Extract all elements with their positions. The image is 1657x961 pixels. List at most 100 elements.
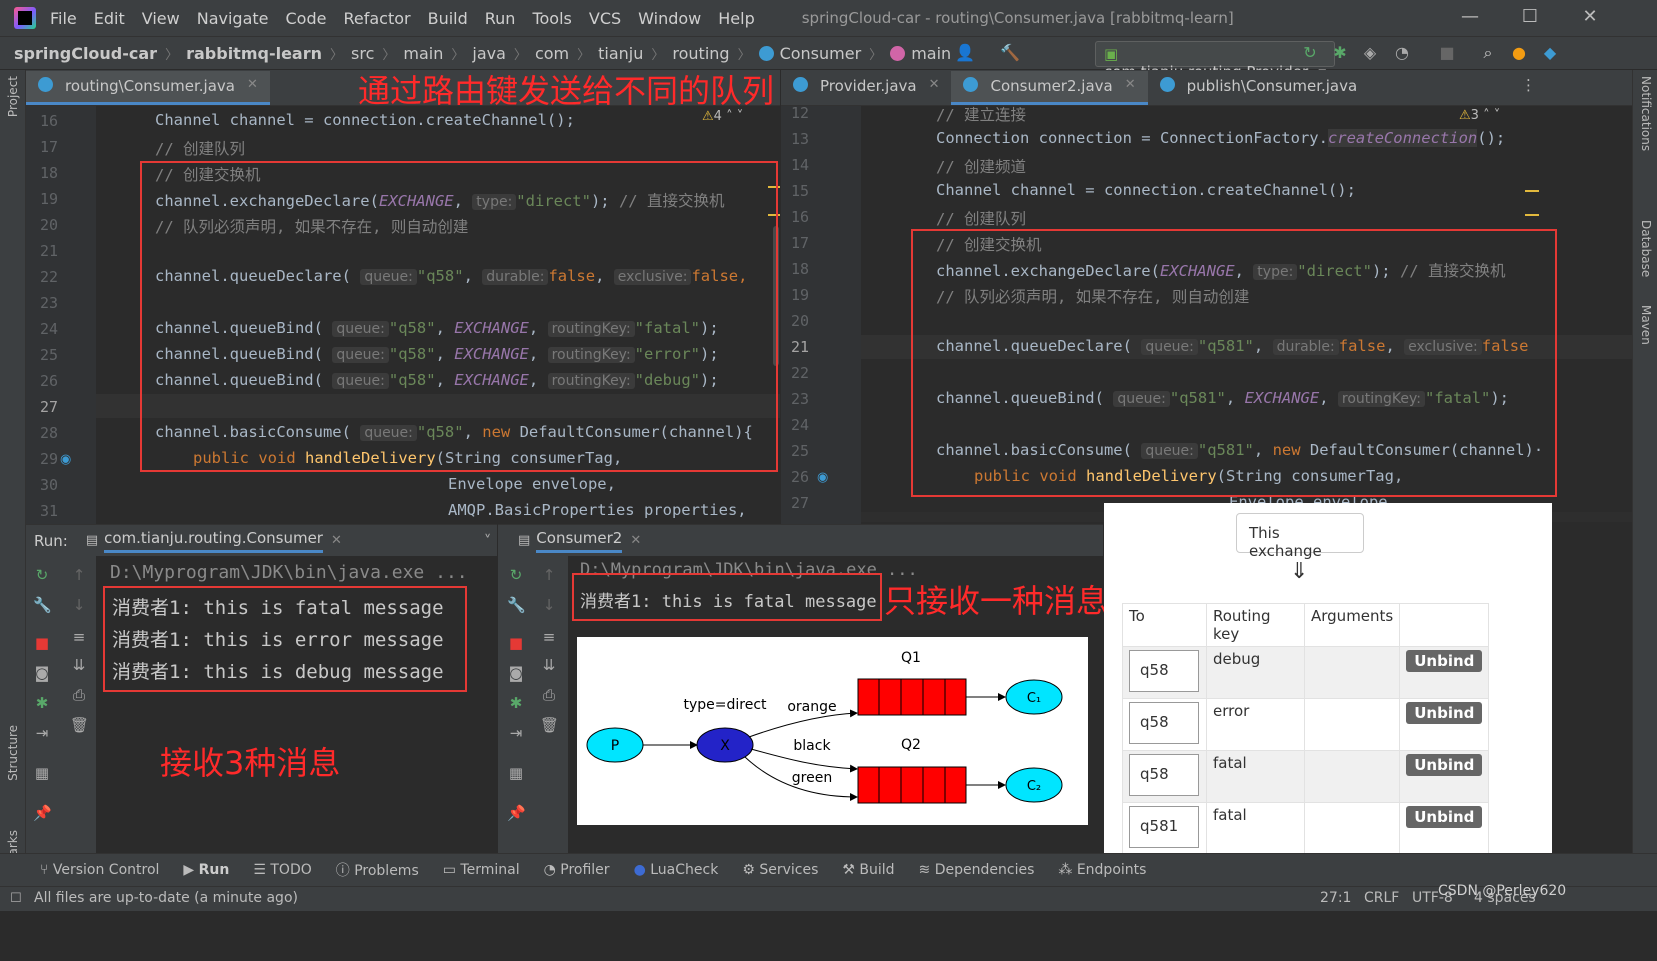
arrow-down-icon[interactable]: ↓ [70, 596, 88, 614]
layout-icon[interactable]: ▦ [507, 764, 525, 782]
override-marker-icon[interactable]: ◉ [817, 470, 828, 485]
unbind-button[interactable]: Unbind [1406, 650, 1483, 672]
unbind-button[interactable]: Unbind [1406, 806, 1483, 828]
print-icon[interactable]: ⎙ [540, 686, 558, 704]
close-tab-icon[interactable]: ✕ [630, 533, 641, 548]
exit-icon[interactable]: ⇥ [33, 724, 51, 742]
tab-publish-consumer[interactable]: publish\Consumer.java [1148, 71, 1370, 105]
queue-link[interactable]: q581 [1129, 806, 1199, 848]
menu-help[interactable]: Help [718, 9, 754, 28]
structure-tool-label[interactable]: Structure [6, 725, 20, 781]
tool-profiler[interactable]: ◔ Profiler [544, 862, 610, 878]
rerun-icon[interactable]: ↻ [1300, 43, 1320, 63]
tab-provider[interactable]: Provider.java ✕ [781, 71, 951, 105]
tool-terminal[interactable]: ▭ Terminal [443, 862, 520, 878]
close-tab-icon[interactable]: ✕ [247, 77, 258, 92]
menu-navigate[interactable]: Navigate [197, 9, 269, 28]
wrench-icon[interactable]: 🔧 [507, 596, 526, 614]
maximize-icon[interactable]: ☐ [1510, 6, 1550, 27]
crumb-routing[interactable]: routing [672, 44, 729, 63]
menu-window[interactable]: Window [638, 9, 701, 28]
pin-icon[interactable]: 📌 [507, 804, 526, 822]
close-tab-icon[interactable]: ✕ [1125, 77, 1136, 92]
more-tabs-icon[interactable]: ⋮ [1521, 76, 1536, 94]
soft-wrap-icon[interactable]: ≡ [70, 628, 88, 646]
debug-bug-icon[interactable]: ✱ [507, 694, 525, 712]
menu-edit[interactable]: Edit [94, 9, 125, 28]
exit-icon[interactable]: ⇥ [507, 724, 525, 742]
crumb-com[interactable]: com [535, 44, 569, 63]
queue-link[interactable]: q58 [1129, 754, 1199, 796]
crumb-main[interactable]: main [403, 44, 443, 63]
queue-link[interactable]: q58 [1129, 650, 1199, 692]
search-icon[interactable]: ⌕ [1478, 43, 1498, 63]
tab-run-consumer2[interactable]: Consumer2 [536, 529, 623, 553]
run-config-select[interactable]: ▣ com.tianju.routing.Provider▾ [1095, 41, 1335, 81]
tab-consumer2[interactable]: Consumer2.java ✕ [951, 71, 1148, 105]
tool-endpoints[interactable]: ⁂ Endpoints [1058, 862, 1146, 878]
tool-version-control[interactable]: ⑂ Version Control [40, 862, 159, 878]
menu-file[interactable]: File [50, 9, 77, 28]
scroll-end-icon[interactable]: ⇊ [540, 656, 558, 674]
tool-dependencies[interactable]: ≋ Dependencies [919, 862, 1035, 878]
crumb-java[interactable]: java [472, 44, 506, 63]
maven-tool-label[interactable]: Maven [1639, 305, 1653, 345]
tab-run-consumer[interactable]: com.tianju.routing.Consumer [104, 529, 323, 553]
wrench-icon[interactable]: 🔧 [33, 596, 52, 614]
pin-icon[interactable]: 📌 [33, 804, 52, 822]
rerun-icon[interactable]: ↻ [507, 566, 525, 584]
arrow-up-icon[interactable]: ↑ [540, 566, 558, 584]
crumb-method[interactable]: main [911, 44, 951, 63]
tool-todo[interactable]: ☰ TODO [253, 862, 311, 878]
notifications-tool-label[interactable]: Notifications [1639, 76, 1653, 151]
tab-routing-consumer[interactable]: routing\Consumer.java ✕ [26, 71, 270, 105]
scroll-end-icon[interactable]: ⇊ [70, 656, 88, 674]
layout-icon[interactable]: ▦ [33, 764, 51, 782]
stop-icon[interactable]: ■ [507, 634, 525, 652]
crumb-project[interactable]: springCloud-car [14, 44, 157, 63]
close-window-icon[interactable]: ✕ [1570, 6, 1610, 27]
tool-run[interactable]: ▶ Run [183, 862, 229, 878]
hammer-build-icon[interactable]: 🔨 [1000, 43, 1020, 63]
unbind-button[interactable]: Unbind [1406, 754, 1483, 776]
warning-count[interactable]: ⚠3 ˄ ˅ [1459, 108, 1500, 123]
crumb-module[interactable]: rabbitmq-learn [186, 44, 322, 63]
stop-icon[interactable]: ■ [1437, 43, 1457, 63]
close-tab-icon[interactable]: ✕ [929, 77, 940, 92]
crumb-tianju[interactable]: tianju [598, 44, 643, 63]
menu-vcs[interactable]: VCS [589, 9, 621, 28]
unbind-button[interactable]: Unbind [1406, 702, 1483, 724]
print-icon[interactable]: ⎙ [70, 686, 88, 704]
arrow-down-icon[interactable]: ↓ [540, 596, 558, 614]
override-marker-icon[interactable]: ◉ [60, 452, 71, 467]
menu-build[interactable]: Build [428, 9, 468, 28]
soft-wrap-icon[interactable]: ≡ [540, 628, 558, 646]
arrow-up-icon[interactable]: ↑ [70, 566, 88, 584]
tool-services[interactable]: ⚙ Services [742, 862, 818, 878]
chevron-down-icon[interactable]: ˅ [484, 532, 492, 550]
profile-icon[interactable]: ◔ [1392, 43, 1412, 63]
user-icon[interactable]: 👤 [955, 43, 975, 63]
trash-icon[interactable]: 🗑 [70, 716, 89, 734]
minimize-icon[interactable]: — [1450, 6, 1490, 27]
tool-luacheck[interactable]: ● LuaCheck [634, 862, 719, 878]
update-icon[interactable]: ● [1509, 43, 1529, 63]
close-tab-icon[interactable]: ✕ [331, 533, 342, 548]
debug-bug-icon[interactable]: ✱ [33, 694, 51, 712]
stop-icon[interactable]: ■ [33, 634, 51, 652]
project-tool-label[interactable]: Project [6, 76, 20, 117]
crumb-src[interactable]: src [351, 44, 374, 63]
menu-code[interactable]: Code [286, 9, 327, 28]
plugin-logo-icon[interactable]: ◆ [1540, 43, 1560, 63]
crumb-class[interactable]: Consumer [780, 44, 862, 63]
database-tool-label[interactable]: Database [1639, 220, 1653, 277]
trash-icon[interactable]: 🗑 [540, 716, 559, 734]
menu-tools[interactable]: Tools [532, 9, 571, 28]
menu-refactor[interactable]: Refactor [343, 9, 410, 28]
tool-build[interactable]: ⚒ Build [842, 862, 894, 878]
queue-link[interactable]: q58 [1129, 702, 1199, 744]
menu-view[interactable]: View [142, 9, 180, 28]
tool-problems[interactable]: ⓘ Problems [336, 860, 419, 880]
camera-icon[interactable]: ◙ [507, 664, 525, 682]
menu-run[interactable]: Run [485, 9, 516, 28]
